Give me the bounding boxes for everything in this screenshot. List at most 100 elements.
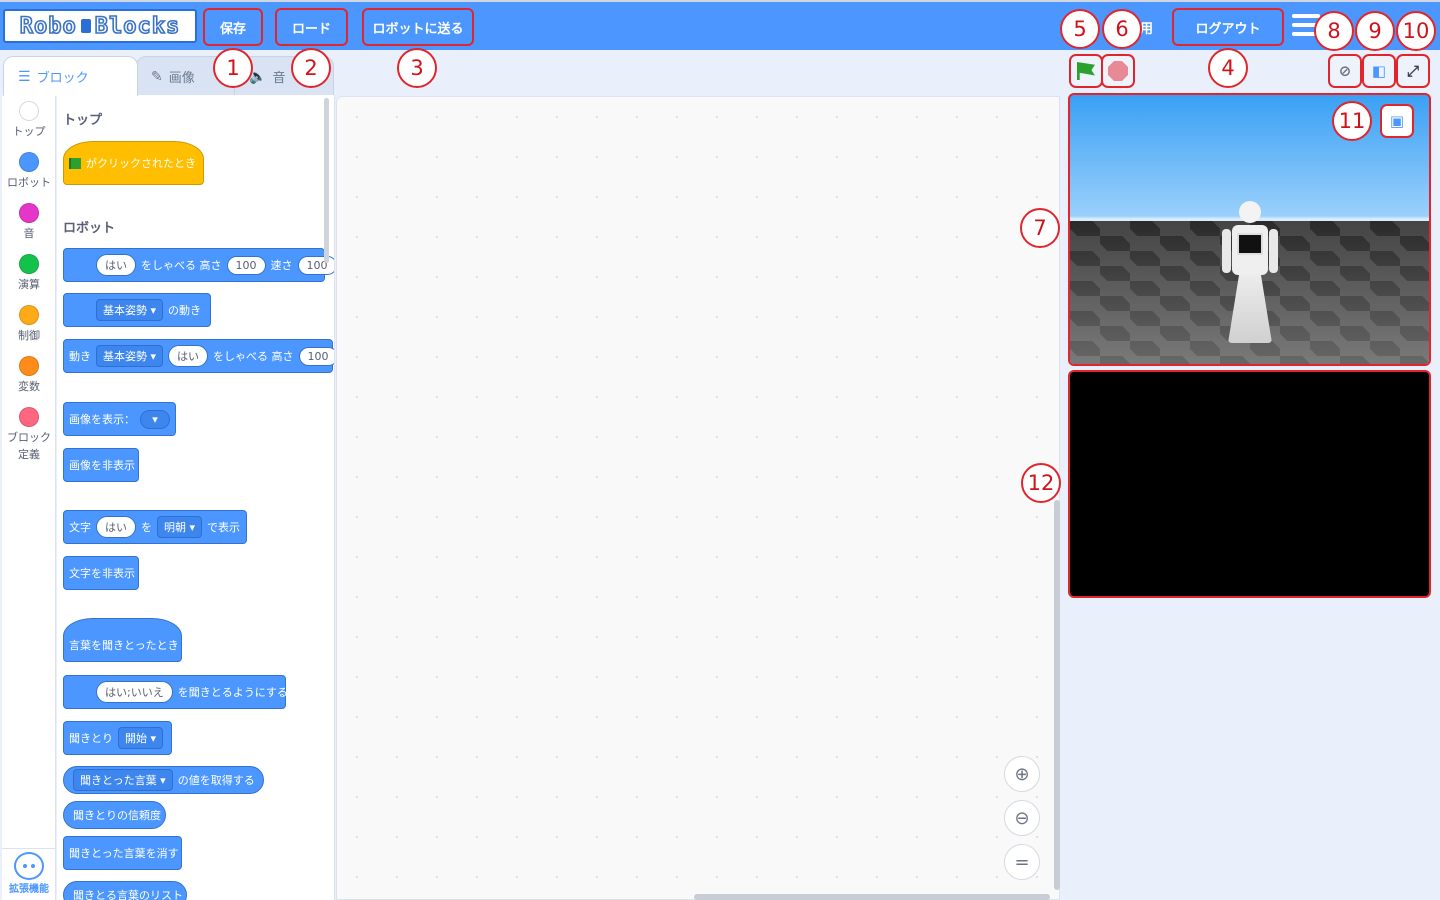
small-stage-button[interactable]: ◧: [1362, 54, 1396, 88]
stop-button[interactable]: [1101, 54, 1135, 88]
clear-heard-block[interactable]: 聞きとった言葉を消す: [63, 836, 182, 870]
category-robot[interactable]: ロボット: [2, 152, 56, 191]
show-image-block[interactable]: 画像を表示： ▾: [63, 402, 176, 436]
robot-left-arm: [1222, 229, 1231, 273]
motion-say-block[interactable]: 動き 基本姿勢 ▾ はい をしゃべる 高さ 100: [63, 339, 334, 373]
zoom-reset-button[interactable]: =: [1004, 844, 1040, 880]
robot-right-arm: [1269, 229, 1278, 273]
hide-text-block[interactable]: 文字を非表示: [63, 556, 139, 590]
logo-word-blocks: Blocks: [94, 13, 181, 40]
block-label: をしゃべる 高さ: [213, 350, 294, 363]
say-height-input[interactable]: 100: [298, 346, 334, 366]
section-heading-top: トップ: [63, 113, 103, 128]
block-label: で表示: [207, 521, 241, 534]
brush-icon: ✎: [151, 68, 163, 85]
category-dot: [19, 152, 39, 172]
callout-8: 8: [1314, 11, 1354, 51]
code-workspace[interactable]: [336, 96, 1060, 900]
words-input[interactable]: はい;いいえ: [96, 681, 173, 703]
category-sound[interactable]: 音: [2, 203, 56, 242]
fullscreen-button[interactable]: ⤢: [1396, 54, 1430, 88]
say-speed-input[interactable]: 100: [297, 255, 334, 275]
block-label: 聞きとる言葉のリスト: [73, 889, 183, 900]
font-dropdown[interactable]: 明朝 ▾: [157, 516, 203, 538]
robot-tablet: [1237, 233, 1263, 255]
confidence-reporter[interactable]: 聞きとりの信頼度: [63, 801, 166, 829]
heard-list-reporter[interactable]: 聞きとる言葉のリスト: [63, 881, 187, 900]
say-text-input[interactable]: はい: [96, 254, 136, 276]
category-label: 制御: [18, 329, 40, 342]
when-heard-block[interactable]: 言葉を聞きとったとき: [63, 618, 182, 662]
callout-10: 10: [1396, 11, 1436, 51]
block-label: 文字を非表示: [69, 567, 135, 580]
callout-5: 5: [1060, 9, 1100, 49]
load-button[interactable]: ロード: [275, 8, 348, 46]
hide-stage-button[interactable]: ⊘: [1328, 54, 1362, 88]
category-operators[interactable]: 演算: [2, 254, 56, 293]
green-flag-icon: [1077, 62, 1095, 80]
category-label: ロボット: [7, 176, 51, 189]
layout-icon: ◧: [1371, 62, 1387, 80]
callout-9: 9: [1355, 11, 1395, 51]
listen-for-block[interactable]: はい;いいえ を聞きとるようにする: [63, 675, 288, 709]
block-label: の動き: [168, 304, 202, 317]
tab-label: 音: [272, 71, 286, 86]
heard-value-reporter[interactable]: 聞きとった言葉 ▾ の値を取得する: [63, 766, 264, 794]
app-logo[interactable]: Robo Blocks: [3, 9, 197, 43]
robot-simulator-stage[interactable]: [1068, 93, 1431, 366]
category-label: 変数: [18, 380, 40, 393]
block-palette: トップ がクリックされたとき ロボット はい をしゃべる 高さ 100 速さ 1…: [57, 95, 335, 900]
workspace-vertical-scrollbar[interactable]: [1054, 500, 1060, 890]
category-dot: [19, 254, 39, 274]
block-label: を聞きとるようにする: [177, 686, 288, 699]
when-flag-clicked-block[interactable]: がクリックされたとき: [63, 141, 204, 185]
extension-label: 拡張機能: [9, 884, 49, 895]
category-menu: トップ ロボット 音 演算 制御 変数 ブロック 定義: [2, 95, 56, 900]
logout-button[interactable]: ログアウト: [1172, 8, 1284, 46]
callout-12: 12: [1021, 463, 1061, 503]
camera-capture-button[interactable]: ▣: [1380, 104, 1414, 138]
block-label: 聞きとりの信頼度: [73, 809, 161, 822]
callout-3: 3: [397, 48, 437, 88]
say-block[interactable]: はい をしゃべる 高さ 100 速さ 100: [63, 248, 334, 282]
pepper-robot: [1220, 201, 1280, 351]
tab-label: 画像: [168, 71, 195, 86]
say-height-input[interactable]: 100: [226, 255, 266, 275]
text-input[interactable]: はい: [96, 516, 136, 538]
tab-blocks[interactable]: ☰ ブロック: [3, 56, 138, 96]
zoom-out-button[interactable]: ⊖: [1004, 800, 1040, 836]
show-text-block[interactable]: 文字 はい を 明朝 ▾ で表示: [63, 510, 247, 544]
pose-dropdown[interactable]: 基本姿勢 ▾: [96, 345, 164, 367]
zoom-in-button[interactable]: ⊕: [1004, 756, 1040, 792]
callout-2: 2: [291, 48, 331, 88]
image-dropdown[interactable]: ▾: [140, 409, 170, 429]
motion-block[interactable]: 基本姿勢 ▾ の動き: [63, 293, 211, 327]
category-my-blocks[interactable]: ブロック 定義: [2, 407, 56, 463]
category-variables[interactable]: 変数: [2, 356, 56, 395]
save-button[interactable]: 保存: [203, 8, 263, 46]
logo-word-robo: Robo: [19, 13, 77, 40]
category-label-line2: 定義: [18, 448, 40, 461]
category-control[interactable]: 制御: [2, 305, 56, 344]
eye-slash-icon: ⊘: [1338, 62, 1352, 80]
block-label: がクリックされたとき: [86, 157, 196, 170]
palette-scrollbar[interactable]: [324, 98, 329, 263]
hide-image-block[interactable]: 画像を非表示: [63, 448, 139, 482]
workspace-horizontal-scrollbar[interactable]: [694, 894, 1050, 900]
block-label: 聞きとった言葉を消す: [69, 847, 179, 860]
send-to-robot-button[interactable]: ロボットに送る: [362, 8, 474, 46]
heard-dropdown[interactable]: 聞きとった言葉 ▾: [73, 769, 173, 791]
category-label: トップ: [12, 125, 46, 138]
listen-dropdown[interactable]: 開始 ▾: [118, 727, 164, 749]
logo-separator: [80, 19, 91, 33]
robot-head: [1239, 201, 1261, 223]
menu-bar: Robo Blocks 保存 ロード ロボットに送る 用 ログアウト: [0, 0, 1440, 50]
block-label: 聞きとり: [69, 732, 113, 745]
extension-button[interactable]: 拡張機能: [2, 848, 56, 900]
say-text-input[interactable]: はい: [168, 345, 209, 367]
category-top[interactable]: トップ: [2, 101, 56, 140]
green-flag-button[interactable]: [1069, 54, 1103, 88]
pose-dropdown[interactable]: 基本姿勢 ▾: [96, 299, 164, 321]
block-label: 言葉を聞きとったとき: [69, 639, 179, 652]
listen-block[interactable]: 聞きとり 開始 ▾: [63, 721, 172, 755]
